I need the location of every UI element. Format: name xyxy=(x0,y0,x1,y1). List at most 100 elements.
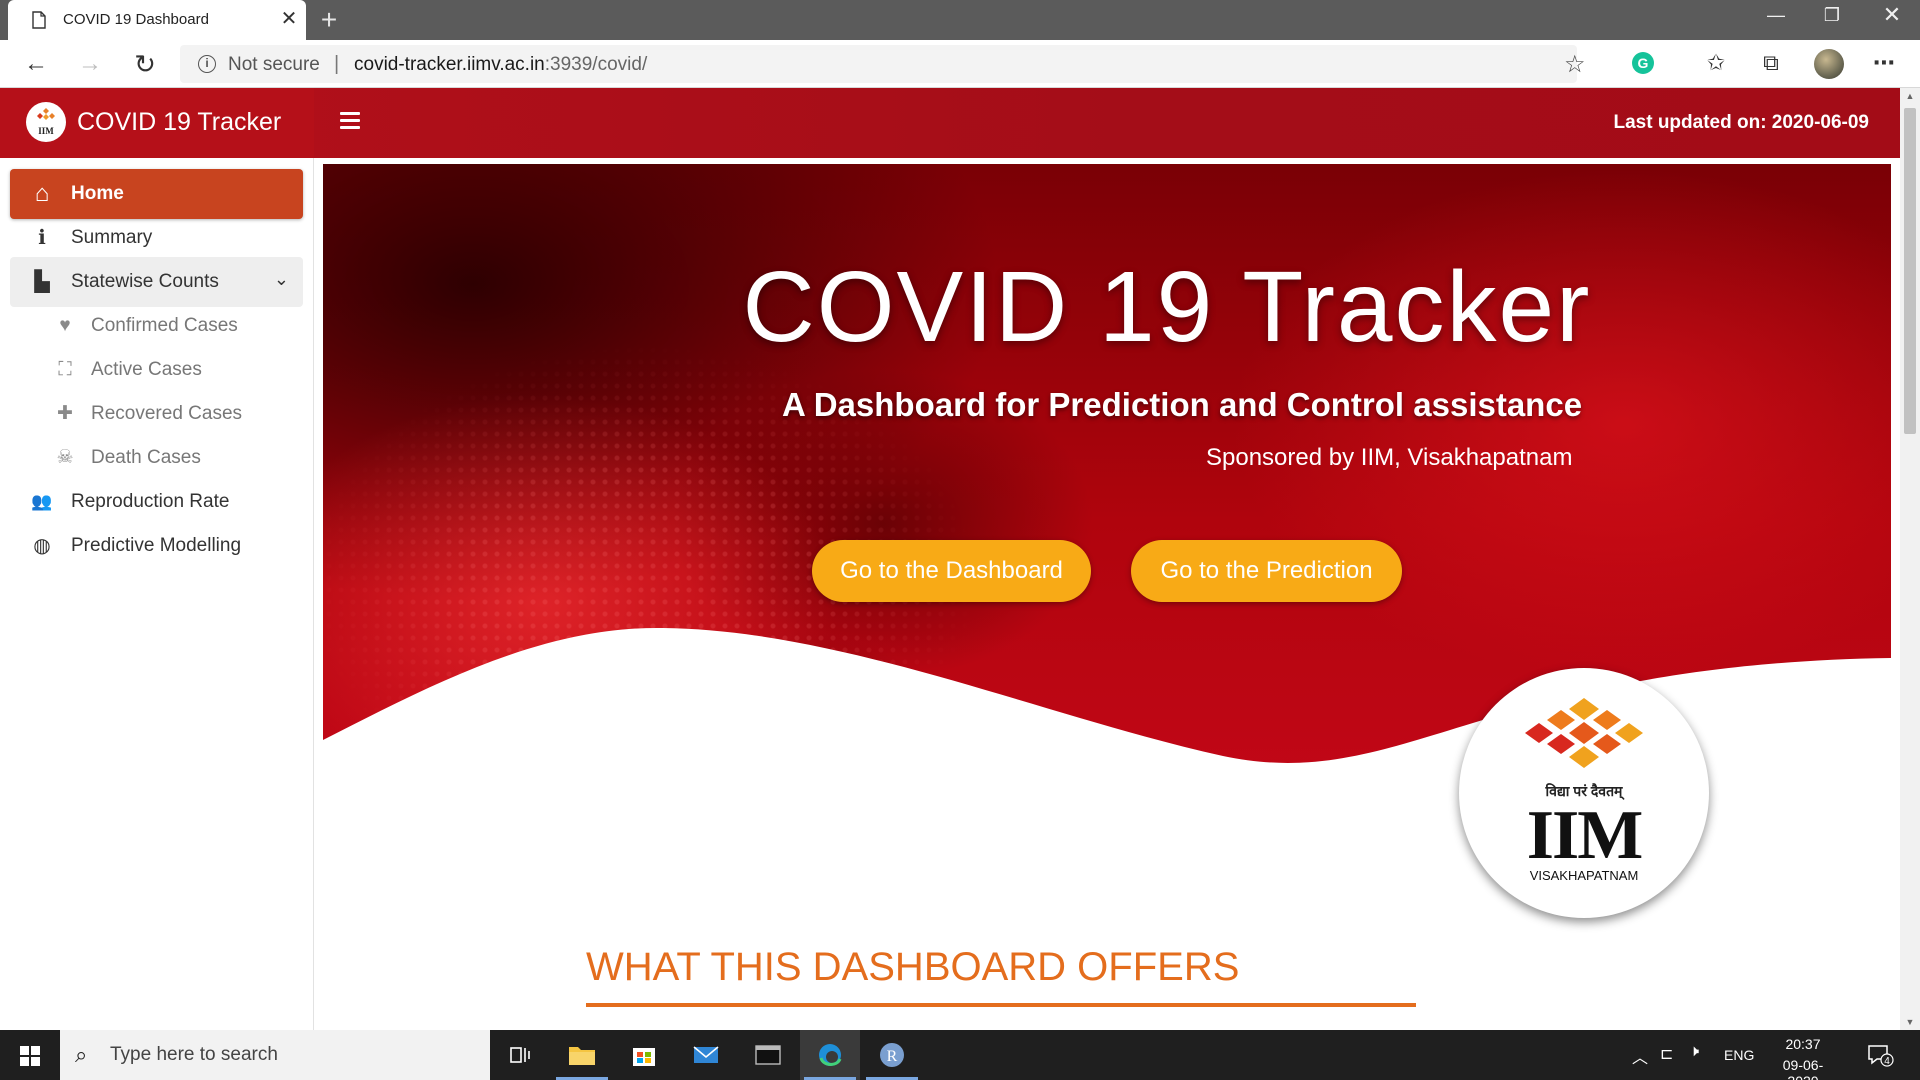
sidebar-subitem-death-cases[interactable]: ☠ Death Cases xyxy=(10,433,303,483)
svg-text:R: R xyxy=(887,1048,898,1065)
notification-center-icon[interactable]: 4 xyxy=(1866,1043,1894,1067)
browser-tab[interactable]: COVID 19 Dashboard ✕ xyxy=(8,0,306,40)
chevron-down-icon[interactable]: ⌄ xyxy=(274,269,289,290)
more-options-icon[interactable]: ⋯ xyxy=(1870,49,1898,77)
sidebar-subitem-active-cases[interactable]: ⛶ Active Cases xyxy=(10,345,303,395)
search-placeholder: Type here to search xyxy=(110,1044,278,1065)
hero-title: COVID 19 Tracker xyxy=(742,251,1592,363)
iim-city: VISAKHAPATNAM xyxy=(1529,868,1639,883)
mail-button[interactable] xyxy=(676,1030,736,1080)
reload-icon[interactable]: ↻ xyxy=(129,48,161,80)
sidebar: ⌂ Home ℹ Summary ▙ Statewise Counts ⌄ ♥ … xyxy=(0,158,314,1030)
sidebar-subitem-recovered-cases[interactable]: ✚ Recovered Cases xyxy=(10,389,303,439)
sidebar-subitem-label: Active Cases xyxy=(91,359,202,380)
profile-avatar[interactable] xyxy=(1814,49,1844,79)
edge-browser-button[interactable] xyxy=(800,1030,860,1080)
site-info-icon[interactable]: i xyxy=(198,55,216,73)
grammarly-extension-icon[interactable]: G xyxy=(1632,52,1654,74)
hero-subtitle: A Dashboard for Prediction and Control a… xyxy=(781,386,1583,423)
minimize-button[interactable]: — xyxy=(1748,0,1804,40)
windows-logo-icon xyxy=(20,1046,40,1066)
store-icon xyxy=(633,1048,655,1066)
skull-icon: ☠ xyxy=(56,447,74,468)
taskbar-search[interactable]: ⌕ Type here to search xyxy=(60,1030,490,1080)
bar-chart-icon: ▙ xyxy=(34,271,50,293)
browser-titlebar: COVID 19 Dashboard ✕ + — ❐ ✕ xyxy=(0,0,1920,40)
last-updated-label: Last updated on: 2020-06-09 xyxy=(1613,112,1869,133)
users-icon: 👥 xyxy=(31,492,53,511)
heartbeat-icon: ♥ xyxy=(59,315,71,336)
close-window-button[interactable]: ✕ xyxy=(1864,0,1920,40)
start-button[interactable] xyxy=(0,1030,60,1080)
logo-text: IIM xyxy=(38,126,54,136)
edge-icon xyxy=(819,1044,842,1066)
scroll-up-arrow-icon[interactable]: ▲ xyxy=(1904,90,1916,102)
url-host: covid-tracker.iimv.ac.in xyxy=(354,54,545,75)
task-view-button[interactable] xyxy=(490,1030,550,1080)
sidebar-subitem-label: Recovered Cases xyxy=(91,403,243,424)
r-app-button[interactable]: R xyxy=(862,1030,922,1080)
file-explorer-button[interactable] xyxy=(552,1030,612,1080)
favorites-icon[interactable]: ✩ xyxy=(1702,49,1730,77)
hamburger-menu-icon[interactable] xyxy=(340,112,360,130)
sidebar-item-home[interactable]: ⌂ Home xyxy=(10,169,303,219)
forward-arrow-icon[interactable]: → xyxy=(74,48,106,80)
sidebar-item-predictive-modelling[interactable]: ◍ Predictive Modelling xyxy=(10,521,303,571)
info-icon: ℹ xyxy=(38,227,46,249)
sidebar-subitem-label: Confirmed Cases xyxy=(91,315,238,336)
url-text[interactable]: covid-tracker.iimv.ac.in:3939/covid/ xyxy=(354,54,647,76)
iim-logo-diamonds xyxy=(1525,698,1643,768)
network-icon[interactable]: ⊏ xyxy=(1660,1044,1673,1080)
sidebar-item-summary[interactable]: ℹ Summary xyxy=(10,213,303,263)
maximize-button[interactable]: ❐ xyxy=(1804,0,1860,40)
r-icon: R xyxy=(880,1043,904,1067)
back-arrow-icon[interactable]: ← xyxy=(20,48,52,80)
tab-close-button[interactable]: ✕ xyxy=(278,8,300,30)
language-indicator[interactable]: ENG xyxy=(1724,1047,1754,1080)
favorite-star-icon[interactable]: ☆ xyxy=(1564,50,1586,79)
app-header: IIM COVID 19 Tracker Last updated on: 20… xyxy=(0,88,1900,158)
medkit-icon: ✚ xyxy=(57,403,73,424)
notification-count: 4 xyxy=(1884,1056,1890,1067)
iim-logo-icon: IIM xyxy=(26,102,66,142)
collections-icon[interactable]: ⧉ xyxy=(1757,49,1785,77)
sidebar-subitem-label: Death Cases xyxy=(91,447,201,468)
tab-title: COVID 19 Dashboard xyxy=(63,11,209,28)
sidebar-subitem-confirmed-cases[interactable]: ♥ Confirmed Cases xyxy=(10,301,303,351)
terminal-button[interactable] xyxy=(738,1030,798,1080)
document-icon xyxy=(32,11,46,29)
scrollbar-thumb[interactable] xyxy=(1904,108,1916,434)
clock-date[interactable]: 09-06-2020 xyxy=(1768,1057,1838,1080)
go-to-prediction-button[interactable]: Go to the Prediction xyxy=(1131,540,1402,602)
windows-taskbar: ⌕ Type here to search R ︿ ⊏ 🕨 ENG 20:37 … xyxy=(0,1030,1920,1080)
url-field[interactable]: i Not secure | covid-tracker.iimv.ac.in:… xyxy=(180,45,1586,83)
home-icon: ⌂ xyxy=(34,180,50,207)
show-hidden-icons-icon[interactable]: ︿ xyxy=(1632,1044,1648,1080)
app-root: IIM COVID 19 Tracker Last updated on: 20… xyxy=(0,88,1900,1030)
main-content: COVID 19 Tracker A Dashboard for Predict… xyxy=(314,158,1900,1030)
heading-underline xyxy=(586,1003,1416,1007)
security-label[interactable]: Not secure xyxy=(228,54,320,76)
address-bar: ← → ↻ i Not secure | covid-tracker.iimv.… xyxy=(0,40,1920,88)
mail-icon xyxy=(693,1046,719,1063)
volume-muted-icon[interactable]: 🕨 xyxy=(1689,1043,1699,1080)
sidebar-item-statewise-counts[interactable]: ▙ Statewise Counts ⌄ xyxy=(10,257,303,307)
section-heading: WHAT THIS DASHBOARD OFFERS xyxy=(586,945,1240,989)
brand[interactable]: IIM COVID 19 Tracker xyxy=(0,88,314,158)
sidebar-item-reproduction-rate[interactable]: 👥 Reproduction Rate xyxy=(10,477,303,527)
search-icon: ⌕ xyxy=(75,1042,88,1067)
page-scrollbar[interactable]: ▲ ▼ xyxy=(1900,88,1920,1030)
url-path: :3939/covid/ xyxy=(544,54,648,75)
scroll-down-arrow-icon[interactable]: ▼ xyxy=(1904,1016,1916,1028)
store-button[interactable] xyxy=(614,1030,674,1080)
sidebar-item-label: Reproduction Rate xyxy=(71,491,230,512)
sidebar-item-label: Home xyxy=(71,183,124,204)
sidebar-item-label: Summary xyxy=(71,227,153,248)
new-tab-button[interactable]: + xyxy=(316,6,342,34)
go-to-dashboard-button[interactable]: Go to the Dashboard xyxy=(812,540,1091,602)
app-title: COVID 19 Tracker xyxy=(77,108,282,136)
sidebar-item-label: Predictive Modelling xyxy=(71,535,242,556)
globe-icon: ◍ xyxy=(33,535,51,557)
sidebar-item-label: Statewise Counts xyxy=(71,271,219,292)
task-view-icon xyxy=(510,1047,530,1063)
